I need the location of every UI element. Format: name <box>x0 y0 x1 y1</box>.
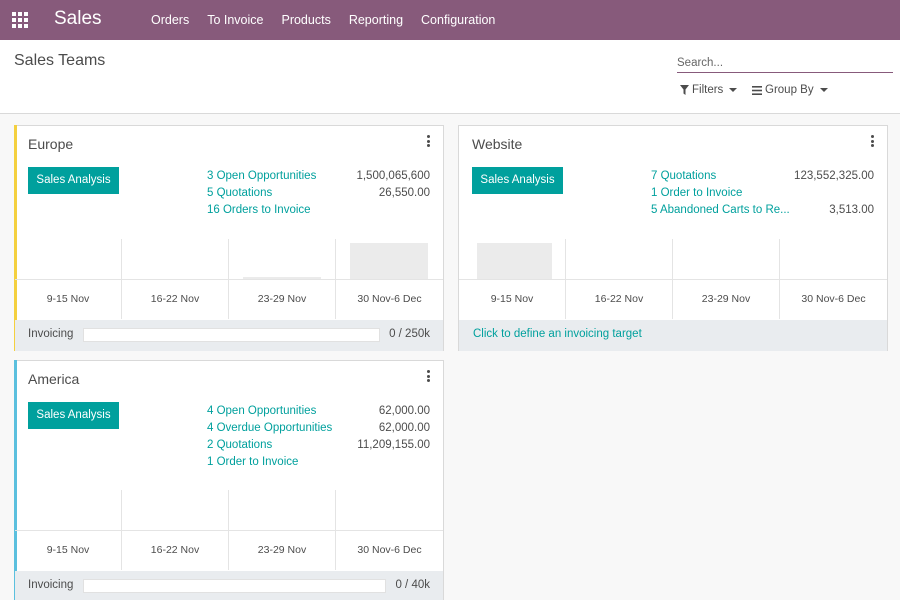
menu-products[interactable]: Products <box>272 0 339 40</box>
invoicing-progress-bar <box>83 579 386 593</box>
team-card-europe: Europe Sales Analysis 3 Open Opportuniti… <box>14 125 444 351</box>
graph-column: 30 Nov-6 Dec <box>336 239 443 319</box>
overdue-opportunities-amount: 62,000.00 <box>378 422 430 434</box>
quotations-amount: 26,550.00 <box>378 187 430 199</box>
graph-column: 23-29 Nov <box>229 239 336 319</box>
graph-bar <box>350 243 428 279</box>
open-opportunities-link[interactable]: 3 Open Opportunities <box>207 168 316 184</box>
graph-column: 9-15 Nov <box>15 490 122 570</box>
invoicing-target[interactable]: 0 / 40k <box>395 579 430 591</box>
graph-column: 30 Nov-6 Dec <box>336 490 443 570</box>
graph-label: 16-22 Nov <box>150 544 200 556</box>
graph-bar <box>243 277 321 279</box>
abandoned-carts-link[interactable]: 5 Abandoned Carts to Re... <box>651 202 790 218</box>
open-opportunities-amount: 62,000.00 <box>378 405 430 417</box>
open-opportunities-amount: 1,500,065,600 <box>356 170 430 182</box>
invoicing-footer: Click to define an invoicing target <box>459 320 887 351</box>
app-title: Sales <box>54 8 102 29</box>
quotations-amount: 11,209,155.00 <box>357 439 430 451</box>
graph-column: 16-22 Nov <box>122 239 229 319</box>
graph-column: 9-15 Nov <box>15 239 122 319</box>
graph-column: 23-29 Nov <box>673 239 780 319</box>
graph-column: 9-15 Nov <box>459 239 566 319</box>
graph-column: 16-22 Nov <box>566 239 673 319</box>
graph-label: 9-15 Nov <box>46 293 90 305</box>
orders-to-invoice-link[interactable]: 16 Orders to Invoice <box>207 202 311 218</box>
invoicing-label: Invoicing <box>28 579 74 591</box>
menu-reporting[interactable]: Reporting <box>340 0 412 40</box>
team-card-america: America Sales Analysis 4 Open Opportunit… <box>14 360 444 600</box>
graph-label: 30 Nov-6 Dec <box>357 544 422 556</box>
graph-label: 23-29 Nov <box>701 293 751 305</box>
team-name[interactable]: Europe <box>28 136 73 152</box>
top-navbar: Sales Orders To Invoice Products Reporti… <box>0 0 900 40</box>
menu-to-invoice[interactable]: To Invoice <box>198 0 272 40</box>
quotations-amount: 123,552,325.00 <box>794 170 874 182</box>
abandoned-carts-amount: 3,513.00 <box>829 204 874 216</box>
graph-label: 16-22 Nov <box>150 293 200 305</box>
dropdown-menu-icon[interactable] <box>427 135 431 147</box>
graph-label: 23-29 Nov <box>257 293 307 305</box>
graph-label: 9-15 Nov <box>490 293 534 305</box>
menu-configuration[interactable]: Configuration <box>412 0 504 40</box>
group-by-dropdown[interactable]: Group By <box>752 84 828 96</box>
filters-label: Filters <box>692 84 724 96</box>
list-icon <box>752 85 762 95</box>
define-invoicing-target-link[interactable]: Click to define an invoicing target <box>473 328 642 340</box>
graph-label: 23-29 Nov <box>257 544 307 556</box>
orders-to-invoice-link[interactable]: 1 Order to Invoice <box>207 454 298 470</box>
dropdown-menu-icon[interactable] <box>427 370 431 382</box>
graph-column: 23-29 Nov <box>229 490 336 570</box>
graph-label: 16-22 Nov <box>594 293 644 305</box>
sales-analysis-button[interactable]: Sales Analysis <box>28 402 119 429</box>
quotations-link[interactable]: 2 Quotations <box>207 437 272 453</box>
graph-label: 30 Nov-6 Dec <box>801 293 866 305</box>
open-opportunities-link[interactable]: 4 Open Opportunities <box>207 403 316 419</box>
graph-label: 9-15 Nov <box>46 544 90 556</box>
quotations-link[interactable]: 5 Quotations <box>207 185 272 201</box>
invoicing-footer: Invoicing 0 / 40k <box>15 571 443 600</box>
apps-grid-icon[interactable] <box>12 12 28 28</box>
activity-graph[interactable]: 9-15 Nov 16-22 Nov 23-29 Nov 30 Nov-6 De… <box>459 239 887 319</box>
team-card-website: Website Sales Analysis 7 Quotations 123,… <box>458 125 888 351</box>
activity-graph[interactable]: 9-15 Nov 16-22 Nov 23-29 Nov 30 Nov-6 De… <box>15 490 443 570</box>
invoicing-progress-bar <box>83 328 380 342</box>
group-by-label: Group By <box>765 84 814 96</box>
caret-down-icon <box>819 88 828 92</box>
graph-label: 30 Nov-6 Dec <box>357 293 422 305</box>
dropdown-menu-icon[interactable] <box>871 135 875 147</box>
overdue-opportunities-link[interactable]: 4 Overdue Opportunities <box>207 420 332 436</box>
graph-column: 16-22 Nov <box>122 490 229 570</box>
quotations-link[interactable]: 7 Quotations <box>651 168 716 184</box>
menu-orders[interactable]: Orders <box>142 0 198 40</box>
graph-bar <box>477 243 552 279</box>
invoicing-label: Invoicing <box>28 328 74 340</box>
team-name[interactable]: America <box>28 371 79 387</box>
activity-graph[interactable]: 9-15 Nov 16-22 Nov 23-29 Nov 30 Nov-6 De… <box>15 239 443 319</box>
invoicing-footer: Invoicing 0 / 250k <box>15 320 443 351</box>
filter-icon <box>680 85 689 95</box>
search-input[interactable] <box>677 53 893 73</box>
sales-analysis-button[interactable]: Sales Analysis <box>472 167 563 194</box>
main-menu: Orders To Invoice Products Reporting Con… <box>142 0 504 40</box>
caret-down-icon <box>729 88 738 92</box>
graph-column: 30 Nov-6 Dec <box>780 239 887 319</box>
invoicing-target[interactable]: 0 / 250k <box>389 328 430 340</box>
control-panel: Sales Teams Filters Group By <box>0 40 900 114</box>
filters-dropdown[interactable]: Filters <box>680 84 738 96</box>
breadcrumb: Sales Teams <box>14 52 106 69</box>
team-name[interactable]: Website <box>472 136 522 152</box>
sales-analysis-button[interactable]: Sales Analysis <box>28 167 119 194</box>
orders-to-invoice-link[interactable]: 1 Order to Invoice <box>651 185 742 201</box>
